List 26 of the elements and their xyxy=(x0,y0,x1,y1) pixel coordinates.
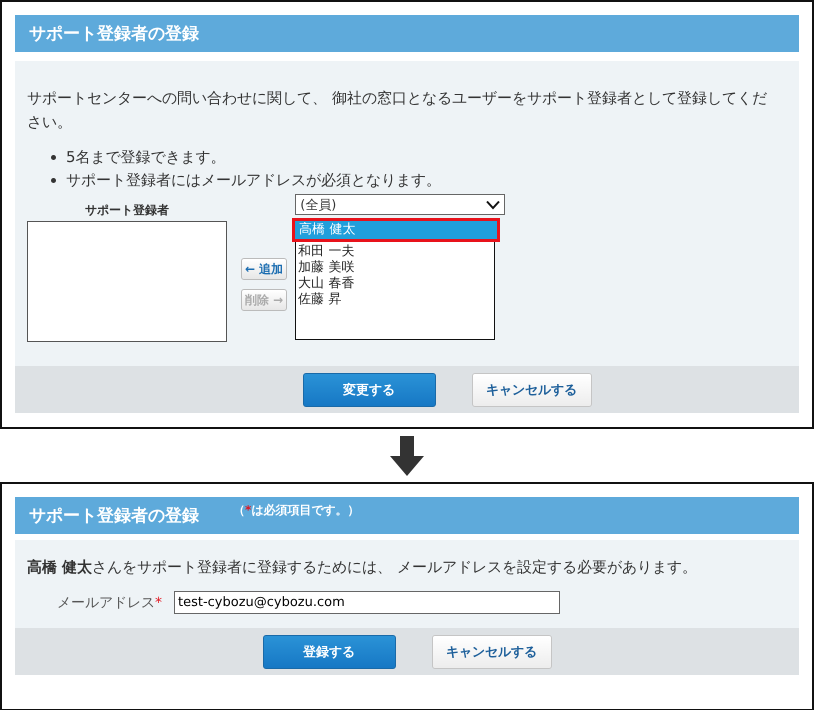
list-option[interactable]: 大山 春香 xyxy=(296,276,494,292)
message-text: 高橋 健太さんをサポート登録者に登録するためには、 メールアドレスを設定する必要があります。 xyxy=(27,558,698,577)
list-label: サポート登録者 xyxy=(84,202,170,218)
bullet-icon xyxy=(51,155,56,160)
bullet-icon xyxy=(51,178,56,183)
list-option[interactable]: 加藤 美咲 xyxy=(296,260,494,276)
add-button[interactable]: ← 追加 xyxy=(241,258,288,280)
list-option[interactable]: 佐藤 昇 xyxy=(296,292,494,308)
registered-list[interactable] xyxy=(27,221,227,342)
submit-button[interactable]: 変更する xyxy=(302,372,436,406)
dropdown-value: (全員) xyxy=(300,196,336,214)
required-note: （*は必須項目です。） xyxy=(233,502,360,519)
bullet-text: サポート登録者にはメールアドレスが必須となります。 xyxy=(66,170,441,191)
cancel-button[interactable]: キャンセルする xyxy=(432,634,552,668)
email-field[interactable]: test-cybozu@cybozu.com xyxy=(174,591,560,614)
submit-button[interactable]: 登録する xyxy=(262,634,396,668)
intro-text: サポートセンターへの問い合わせに関して、 御社の窓口となるユーザーをサポート登録者として登録してください。 xyxy=(27,88,768,133)
panel-title: サポート登録者の登録 xyxy=(29,505,199,527)
chevron-down-icon xyxy=(486,200,500,210)
bullet-text: 5名まで登録できます。 xyxy=(66,147,226,168)
list-option[interactable]: 和田 一夫 xyxy=(296,244,494,260)
cancel-button[interactable]: キャンセルする xyxy=(472,372,592,406)
field-label: メールアドレス* xyxy=(57,594,162,612)
group-dropdown[interactable]: (全員) xyxy=(295,194,506,215)
down-arrow-icon xyxy=(390,436,424,476)
panel-title: サポート登録者の登録 xyxy=(29,23,199,45)
